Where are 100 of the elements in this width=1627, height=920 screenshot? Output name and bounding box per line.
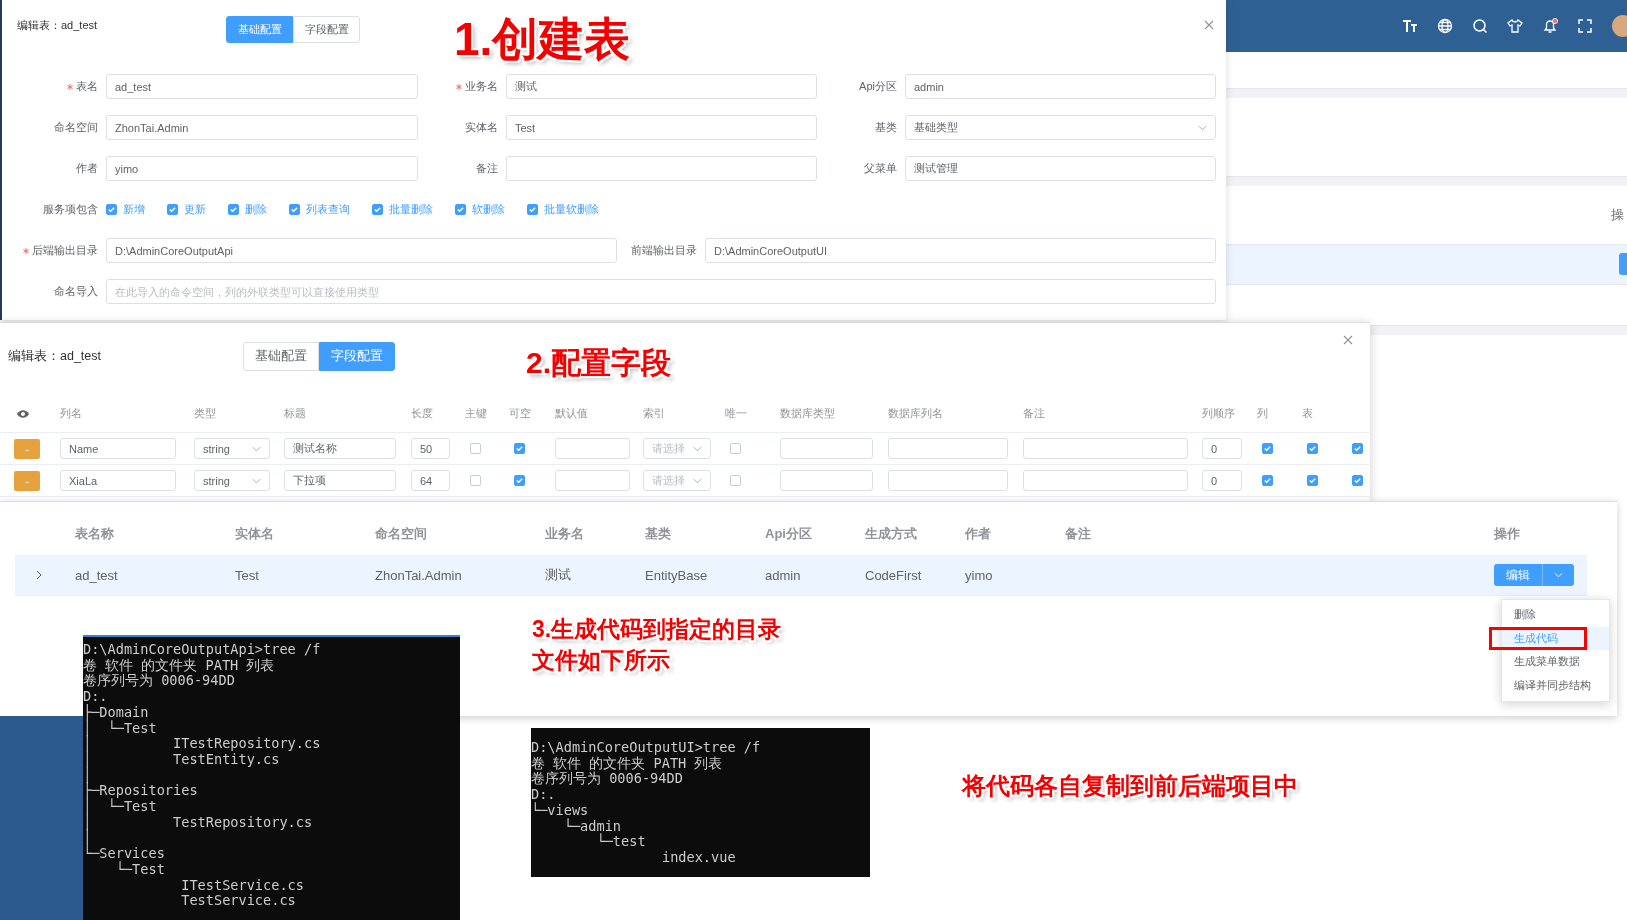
- menu-item[interactable]: 编译并同步结构: [1502, 673, 1609, 697]
- select-field[interactable]: string: [194, 438, 270, 459]
- checkbox[interactable]: [455, 204, 466, 215]
- chevron-icon: [1554, 572, 1563, 578]
- field-label: Api分区: [859, 79, 897, 94]
- eye-icon[interactable]: [14, 408, 30, 419]
- close-icon[interactable]: [1204, 20, 1214, 30]
- input-field[interactable]: [888, 470, 1008, 491]
- field-label: 命名空间: [54, 120, 98, 135]
- bell-icon[interactable]: [1542, 18, 1558, 34]
- column-header: 操: [1611, 206, 1624, 224]
- checkbox[interactable]: [289, 204, 300, 215]
- input-field[interactable]: Test: [506, 115, 817, 140]
- input-field[interactable]: Name: [60, 438, 176, 459]
- input-field[interactable]: ad_test: [106, 74, 418, 99]
- menu-item[interactable]: 删除: [1502, 603, 1609, 627]
- checkbox[interactable]: [514, 475, 525, 486]
- chevron-icon: [1198, 124, 1207, 131]
- input-field[interactable]: [1023, 470, 1188, 491]
- column-header: 列名: [60, 407, 82, 419]
- tab[interactable]: 字段配置: [293, 16, 360, 43]
- input-field[interactable]: D:\AdminCoreOutputApi: [106, 238, 617, 263]
- checkbox[interactable]: [730, 475, 741, 486]
- dialog-title: 编辑表：ad_test: [8, 347, 102, 365]
- field-label: 业务名: [465, 79, 498, 94]
- checkbox[interactable]: [372, 204, 383, 215]
- close-icon[interactable]: [1343, 335, 1353, 345]
- column-header: 列: [1257, 407, 1268, 419]
- column-header: 实体名: [235, 526, 274, 541]
- checkbox[interactable]: [1262, 443, 1273, 454]
- table-cell: ZhonTai.Admin: [375, 567, 462, 583]
- column-header: 基类: [645, 526, 671, 541]
- checkbox[interactable]: [167, 204, 178, 215]
- checkbox[interactable]: [1307, 443, 1318, 454]
- input-field[interactable]: [555, 470, 630, 491]
- checkbox[interactable]: [527, 204, 538, 215]
- column-header: 操作: [1494, 526, 1520, 541]
- checkbox[interactable]: [1307, 475, 1318, 486]
- checkbox[interactable]: [1262, 475, 1273, 486]
- globe-icon[interactable]: [1437, 18, 1453, 34]
- terminal-output: D:\AdminCoreOutputUI>tree /f 卷 软件 的文件夹 PATH 列表 卷序列号为 0006-94DD D:. └─views └─admin └─test index.vue: [531, 728, 870, 877]
- step-annotation: 2.配置字段: [526, 345, 672, 381]
- select-field[interactable]: string: [194, 470, 270, 491]
- input-field[interactable]: [888, 438, 1008, 459]
- terminal-output: D:\AdminCoreOutputApi>tree /f 卷 软件 的文件夹 PATH 列表 卷序列号为 0006-94DD D:. ├─Domain │ └─Test │ ITestRepository.cs │ TestEntity.cs │ ├─Repositories │ └─Test │ TestRepository.cs │ └─Services └─Test ITestService.cs TestService.cs: [83, 635, 460, 920]
- checkbox[interactable]: [730, 443, 741, 454]
- column-header: 数据库类型: [780, 407, 835, 419]
- field-label: 命名导入: [54, 284, 98, 299]
- table-cell: admin: [765, 567, 801, 583]
- field-label: 后端输出目录: [32, 243, 98, 258]
- fullscreen-icon[interactable]: [1577, 18, 1593, 34]
- input-field[interactable]: 0: [1202, 438, 1242, 459]
- input-field[interactable]: [780, 438, 873, 459]
- checkbox[interactable]: [470, 443, 481, 454]
- checkbox[interactable]: [106, 204, 117, 215]
- input-field[interactable]: 0: [1202, 470, 1242, 491]
- input-field[interactable]: 测试名称: [284, 438, 396, 459]
- chevron-icon: [252, 445, 261, 452]
- checkbox[interactable]: [470, 475, 481, 486]
- font-size-icon[interactable]: [1402, 18, 1418, 34]
- column-header: 长度: [411, 407, 433, 419]
- input-field[interactable]: yimo: [106, 156, 418, 181]
- tab[interactable]: 基础配置: [243, 341, 319, 371]
- table-cell: yimo: [965, 567, 993, 583]
- shirt-icon[interactable]: [1507, 18, 1523, 34]
- table-cell: Test: [235, 567, 259, 583]
- input-field[interactable]: 50: [411, 438, 450, 459]
- expand-chevron-icon[interactable]: [35, 570, 43, 580]
- field-label: 服务项包含: [43, 202, 98, 217]
- input-field[interactable]: [1023, 438, 1188, 459]
- table-cell: CodeFirst: [865, 567, 922, 583]
- checkbox[interactable]: [1352, 475, 1363, 486]
- column-header: 标题: [284, 407, 306, 419]
- checkbox[interactable]: [1352, 443, 1363, 454]
- input-field[interactable]: D:\AdminCoreOutputUI: [705, 238, 1216, 263]
- input-field[interactable]: admin: [905, 74, 1216, 99]
- search-icon[interactable]: [1472, 18, 1488, 34]
- column-header: 数据库列名: [888, 407, 943, 419]
- column-header: 表名称: [75, 526, 114, 541]
- input-field[interactable]: XiaLa: [60, 470, 176, 491]
- input-field[interactable]: [780, 470, 873, 491]
- field-label: 前端输出目录: [631, 243, 697, 258]
- input-field[interactable]: 64: [411, 470, 450, 491]
- input-field[interactable]: ZhonTai.Admin: [106, 115, 418, 140]
- column-header: 作者: [965, 526, 991, 541]
- chevron-icon: [252, 477, 261, 484]
- column-header: Api分区: [765, 526, 812, 541]
- checkbox[interactable]: [228, 204, 239, 215]
- required-mark-icon: [23, 247, 29, 254]
- input-field[interactable]: 测试管理: [905, 156, 1216, 181]
- checkbox[interactable]: [514, 443, 525, 454]
- input-field[interactable]: [555, 438, 630, 459]
- input-field[interactable]: [506, 156, 817, 181]
- select-field[interactable]: 基础类型: [905, 115, 1216, 140]
- input-field[interactable]: 下拉项: [284, 470, 396, 491]
- menu-item[interactable]: 生成菜单数据: [1502, 650, 1609, 674]
- dropdown-button[interactable]: [1542, 564, 1574, 586]
- input-field[interactable]: 测试: [506, 74, 817, 99]
- column-header: 业务名: [545, 526, 584, 541]
- field-label: 父菜单: [864, 161, 897, 176]
